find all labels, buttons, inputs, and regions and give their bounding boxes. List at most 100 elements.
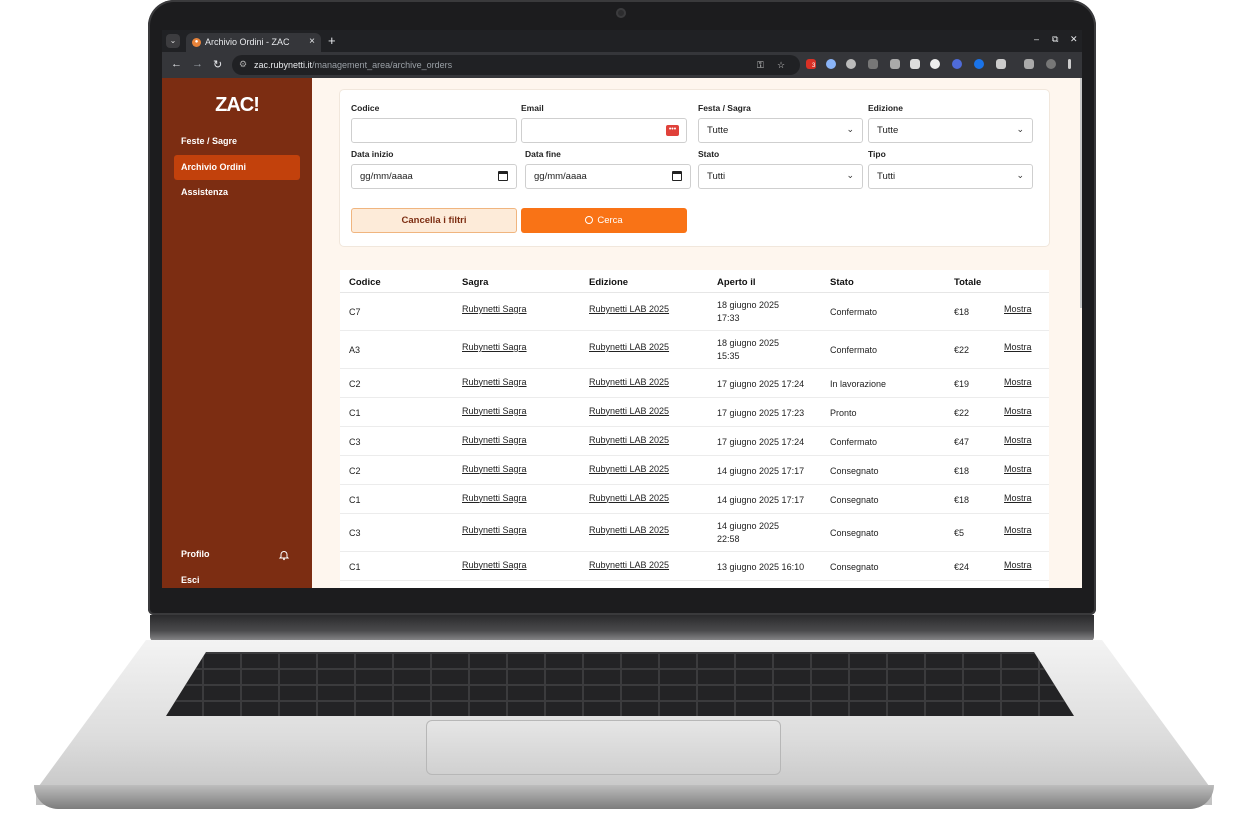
page-scrollbar[interactable] bbox=[1080, 78, 1082, 308]
restore-icon[interactable]: ⧉ bbox=[1052, 34, 1058, 45]
extension-icon[interactable] bbox=[826, 59, 836, 69]
sagra-link[interactable]: Rubynetti Sagra bbox=[462, 376, 527, 388]
show-order-link[interactable]: Mostra bbox=[1004, 376, 1032, 388]
tab-search-icon[interactable]: ⌄ bbox=[166, 34, 180, 48]
codice-label: Codice bbox=[351, 103, 380, 113]
order-total: €19 bbox=[954, 378, 970, 389]
sagra-link[interactable]: Rubynetti Sagra bbox=[462, 434, 527, 446]
codice-input[interactable] bbox=[351, 118, 517, 143]
order-code: C3 bbox=[349, 436, 361, 447]
data-fine-value: gg/mm/aaaa bbox=[534, 171, 587, 182]
edizione-link[interactable]: Rubynetti LAB 2025 bbox=[589, 524, 669, 536]
sidebar-item-esci[interactable]: Esci bbox=[174, 568, 300, 588]
sagra-link[interactable]: Rubynetti Sagra bbox=[462, 559, 527, 571]
festa-sagra-select[interactable]: Tutte ⌄ bbox=[698, 118, 863, 143]
opened-time: 22:58 bbox=[717, 534, 740, 544]
chevron-down-icon: ⌄ bbox=[846, 170, 854, 180]
edizione-link[interactable]: Rubynetti LAB 2025 bbox=[589, 405, 669, 417]
column-header: Edizione bbox=[589, 277, 629, 288]
forward-icon[interactable]: → bbox=[192, 58, 203, 70]
browser-tab[interactable]: ● Archivio Ordini - ZAC × bbox=[186, 33, 321, 52]
extension-icon[interactable] bbox=[868, 59, 878, 69]
show-order-link[interactable]: Mostra bbox=[1004, 434, 1032, 446]
extensions-puzzle-icon[interactable] bbox=[996, 59, 1006, 69]
search-button[interactable]: Cerca bbox=[521, 208, 687, 233]
show-order-link[interactable]: Mostra bbox=[1004, 405, 1032, 417]
sidebar-item-feste-sagre[interactable]: Feste / Sagre bbox=[174, 129, 300, 154]
opened-date: 18 giugno 2025 bbox=[717, 300, 780, 310]
sagra-link[interactable]: Rubynetti Sagra bbox=[462, 405, 527, 417]
show-order-link[interactable]: Mostra bbox=[1004, 463, 1032, 475]
sagra-link[interactable]: Rubynetti Sagra bbox=[462, 524, 527, 536]
edizione-link[interactable]: Rubynetti LAB 2025 bbox=[589, 303, 669, 315]
show-order-link[interactable]: Mostra bbox=[1004, 492, 1032, 504]
data-inizio-value: gg/mm/aaaa bbox=[360, 171, 413, 182]
order-code: C3 bbox=[349, 528, 361, 538]
edizione-link[interactable]: Rubynetti LAB 2025 bbox=[589, 434, 669, 446]
opened-time: 17:33 bbox=[717, 313, 740, 323]
edizione-link[interactable]: Rubynetti LAB 2025 bbox=[589, 376, 669, 388]
opened-date: 13 giugno 2025 16:10 bbox=[717, 561, 805, 572]
site-info-icon[interactable]: ⚙ bbox=[239, 59, 247, 70]
show-order-link[interactable]: Mostra bbox=[1004, 559, 1032, 571]
status-text: Confermato bbox=[830, 307, 878, 317]
edizione-select[interactable]: Tutte ⌄ bbox=[868, 118, 1033, 143]
password-key-icon[interactable]: ⚿ bbox=[757, 60, 764, 71]
sagra-link[interactable]: Rubynetti Sagra bbox=[462, 463, 527, 475]
profile-avatar-icon[interactable] bbox=[1046, 59, 1056, 69]
edizione-link[interactable]: Rubynetti LAB 2025 bbox=[589, 463, 669, 475]
extension-icon[interactable] bbox=[890, 59, 900, 69]
new-tab-icon[interactable]: + bbox=[328, 33, 336, 48]
extension-icon[interactable] bbox=[974, 59, 984, 69]
status-text: Consegnato bbox=[830, 561, 879, 572]
festa-sagra-label: Festa / Sagra bbox=[698, 103, 751, 113]
show-order-link[interactable]: Mostra bbox=[1004, 524, 1032, 536]
opened-time: 15:35 bbox=[717, 351, 740, 361]
app-logo: ZAC! bbox=[215, 94, 260, 116]
media-icon[interactable] bbox=[1024, 59, 1034, 69]
tipo-select[interactable]: Tutti ⌄ bbox=[868, 164, 1033, 189]
extension-icon[interactable] bbox=[846, 59, 856, 69]
show-order-link[interactable]: Mostra bbox=[1004, 303, 1032, 315]
extension-badge-icon[interactable]: 3 bbox=[806, 59, 817, 69]
back-icon[interactable]: ← bbox=[171, 58, 182, 70]
sagra-link[interactable]: Rubynetti Sagra bbox=[462, 303, 527, 315]
minimize-icon[interactable]: – bbox=[1034, 34, 1039, 44]
extension-icon[interactable] bbox=[910, 59, 920, 69]
opened-date: 14 giugno 2025 17:17 bbox=[717, 465, 805, 476]
filters-card: Codice Email ••• Festa / Sagra Tutte ⌄ E… bbox=[340, 90, 1049, 246]
extension-icon[interactable] bbox=[952, 59, 962, 69]
bell-icon[interactable] bbox=[278, 549, 290, 561]
status-text: Consegnato bbox=[830, 494, 879, 505]
edizione-link[interactable]: Rubynetti LAB 2025 bbox=[589, 492, 669, 504]
order-code: C2 bbox=[349, 378, 361, 389]
browser-menu-icon[interactable] bbox=[1068, 59, 1071, 69]
sidebar-item-assistenza[interactable]: Assistenza bbox=[174, 180, 300, 205]
table-row: C7 Rubynetti Sagra Rubynetti LAB 2025 18 gi… bbox=[340, 293, 1049, 331]
close-window-icon[interactable]: ✕ bbox=[1070, 34, 1078, 45]
address-bar[interactable]: ⚙ zac.rubynetti.it/management_area/archi… bbox=[232, 55, 800, 75]
calendar-icon[interactable] bbox=[672, 171, 682, 181]
clear-filters-button[interactable]: Cancella i filtri bbox=[351, 208, 517, 233]
edizione-link[interactable]: Rubynetti LAB 2025 bbox=[589, 559, 669, 571]
show-order-link[interactable]: Mostra bbox=[1004, 341, 1032, 353]
password-manager-icon[interactable]: ••• bbox=[666, 125, 679, 136]
data-inizio-input[interactable]: gg/mm/aaaa bbox=[351, 164, 517, 189]
table-row: A3 Rubynetti Sagra Rubynetti LAB 2025 18 gi… bbox=[340, 331, 1049, 369]
sagra-link[interactable]: Rubynetti Sagra bbox=[462, 341, 527, 353]
opened-date: 17 giugno 2025 17:24 bbox=[717, 436, 805, 447]
close-tab-icon[interactable]: × bbox=[309, 36, 315, 47]
extension-icon[interactable] bbox=[930, 59, 940, 69]
sagra-link[interactable]: Rubynetti Sagra bbox=[462, 492, 527, 504]
stato-select[interactable]: Tutti ⌄ bbox=[698, 164, 863, 189]
email-label: Email bbox=[521, 103, 544, 113]
email-input[interactable]: ••• bbox=[521, 118, 687, 143]
edizione-link[interactable]: Rubynetti LAB 2025 bbox=[589, 341, 669, 353]
bookmark-star-icon[interactable]: ☆ bbox=[777, 60, 785, 71]
data-fine-input[interactable]: gg/mm/aaaa bbox=[525, 164, 691, 189]
sidebar-item-archivio-ordini[interactable]: Archivio Ordini bbox=[174, 155, 300, 180]
order-total: €22 bbox=[954, 345, 970, 355]
calendar-icon[interactable] bbox=[498, 171, 508, 181]
edizione-value: Tutte bbox=[877, 125, 899, 136]
reload-icon[interactable]: ↻ bbox=[213, 58, 222, 71]
